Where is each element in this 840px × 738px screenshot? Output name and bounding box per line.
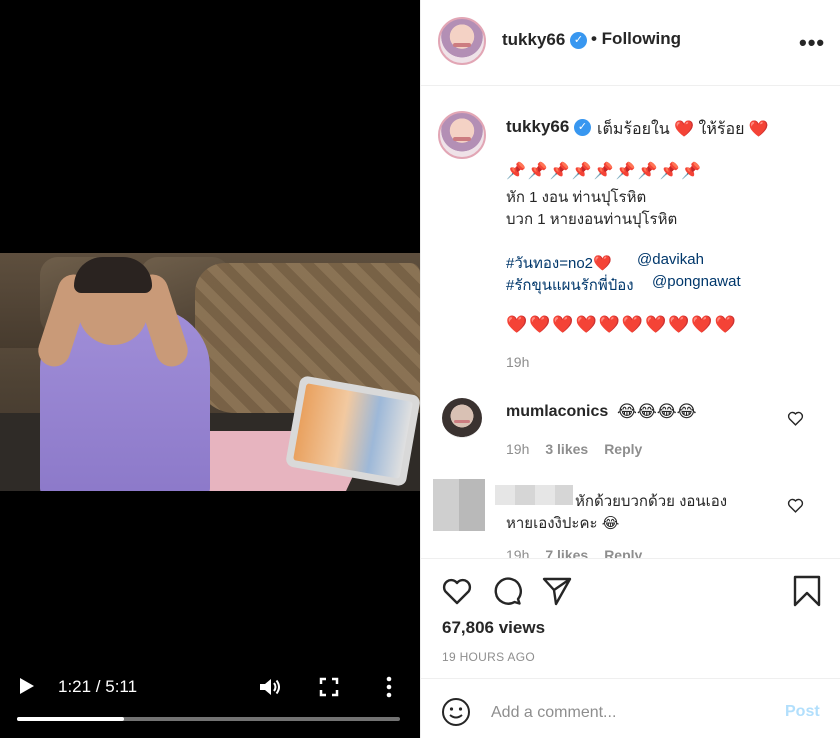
comment-text: หายเองงิปะคะ 😂: [506, 515, 620, 532]
caption-hearts: ❤️❤️❤️❤️❤️❤️❤️❤️❤️❤️: [506, 315, 738, 334]
comment-likes[interactable]: 7 likes: [545, 547, 588, 558]
video-player[interactable]: 1:21 / 5:11: [0, 0, 420, 738]
play-icon[interactable]: [20, 678, 34, 694]
comment-text: หักด้วยบวกด้วย งอนเอง: [575, 493, 728, 510]
video-time: 1:21 / 5:11: [58, 677, 138, 696]
hashtag-link[interactable]: #รักขุนแผนรักพี่ป๋อง: [506, 273, 634, 297]
caption-line: บวก 1 หายงอนท่านปุโรหิต: [506, 211, 678, 228]
video-seek-bar[interactable]: [17, 717, 400, 721]
emoji-smiley-icon[interactable]: [441, 697, 471, 727]
add-comment-bar: Post: [421, 678, 840, 738]
instagram-post-modal: 1:21 / 5:11 tukky66 ✓ • Following ••• tu…: [0, 0, 840, 738]
like-comment-heart-icon[interactable]: [787, 497, 804, 514]
post-side-panel: tukky66 ✓ • Following ••• tukky66 ✓ เต็ม…: [420, 0, 840, 738]
mention-link[interactable]: @davikah: [637, 251, 704, 268]
comment-time[interactable]: 19h: [506, 441, 529, 457]
comment-likes[interactable]: 3 likes: [545, 441, 588, 457]
avatar[interactable]: [433, 479, 485, 531]
caption-username[interactable]: tukky66: [506, 117, 569, 137]
avatar[interactable]: [438, 111, 486, 159]
save-bookmark-icon[interactable]: [791, 575, 823, 607]
video-frame[interactable]: [0, 253, 420, 491]
avatar[interactable]: [442, 398, 482, 438]
following-status[interactable]: • Following: [591, 29, 681, 49]
caption-time[interactable]: 19h: [506, 354, 529, 370]
reply-button[interactable]: Reply: [604, 441, 642, 457]
post-button[interactable]: Post: [785, 703, 820, 721]
comment-username-blurred: [495, 485, 573, 505]
more-options-icon[interactable]: [380, 674, 398, 700]
comment-bubble-icon[interactable]: [491, 575, 523, 607]
caption-pins: 📌📌📌📌📌📌📌📌📌: [506, 163, 704, 180]
comment-username[interactable]: mumlaconics: [506, 403, 608, 421]
more-icon[interactable]: •••: [799, 30, 825, 56]
comment-time[interactable]: 19h: [506, 547, 529, 558]
comment-input[interactable]: [491, 699, 771, 727]
like-comment-heart-icon[interactable]: [787, 410, 804, 427]
header-username[interactable]: tukky66: [502, 30, 565, 50]
comment-text: 😂😂😂😂: [617, 402, 697, 421]
post-timestamp[interactable]: 19 HOURS AGO: [442, 650, 535, 664]
reply-button[interactable]: Reply: [604, 547, 642, 558]
share-paper-plane-icon[interactable]: [541, 575, 573, 607]
avatar[interactable]: [438, 17, 486, 65]
post-header: tukky66 ✓ • Following •••: [421, 0, 840, 86]
comment-meta: 19h 3 likes Reply: [506, 441, 642, 457]
hashtag-link[interactable]: #วันทอง=no2❤️: [506, 251, 612, 275]
caption-line: หัก 1 งอน ท่านปุโรหิต: [506, 189, 647, 206]
verified-badge-icon: ✓: [574, 119, 591, 136]
comment-meta: 19h 7 likes Reply: [506, 547, 642, 558]
volume-icon[interactable]: [258, 676, 282, 698]
comments-scroll-area[interactable]: tukky66 ✓ เต็มร้อยใน ❤️ ให้ร้อย ❤️ 📌📌📌📌📌…: [421, 87, 840, 558]
like-heart-icon[interactable]: [441, 575, 473, 607]
video-scene-person-hair: [74, 257, 152, 293]
caption-text: เต็มร้อยใน ❤️ ให้ร้อย ❤️: [597, 121, 769, 138]
verified-badge-icon: ✓: [570, 32, 587, 49]
video-progress-fill: [17, 717, 125, 721]
video-controls: 1:21 / 5:11: [0, 668, 420, 708]
mention-link[interactable]: @pongnawat: [652, 273, 741, 290]
view-count[interactable]: 67,806 views: [442, 618, 545, 638]
post-actions: 67,806 views 19 HOURS AGO: [421, 558, 840, 678]
fullscreen-icon[interactable]: [318, 676, 340, 698]
